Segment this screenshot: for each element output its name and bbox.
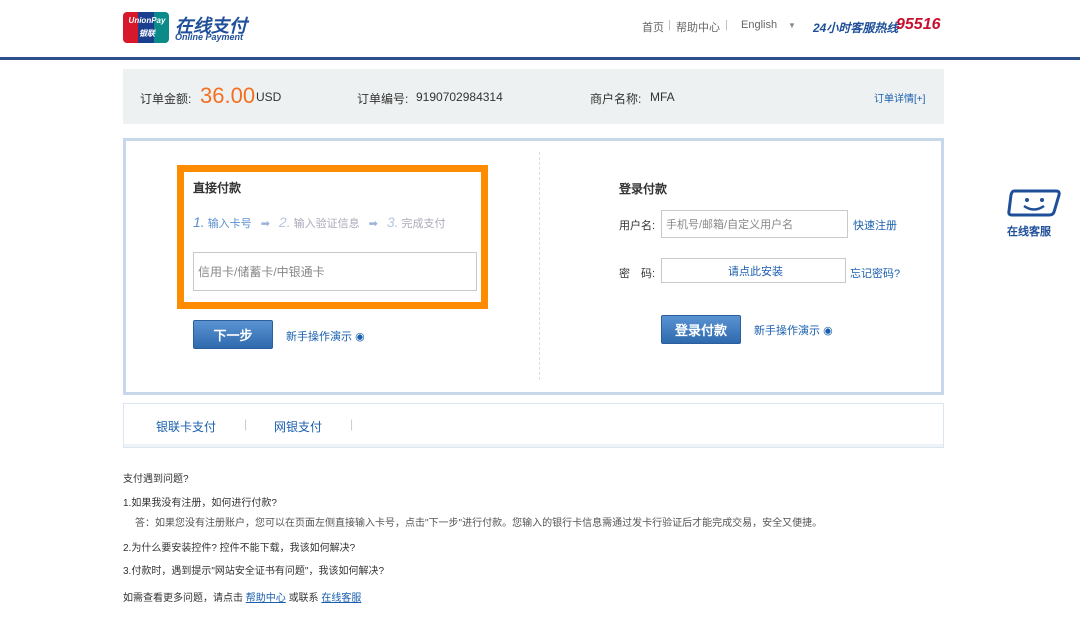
step-3-label: 完成支付: [401, 218, 446, 230]
install-plugin-link[interactable]: 请点此安装: [661, 258, 846, 283]
tab-separator: |: [244, 417, 248, 431]
card-number-placeholder: 信用卡/储蓄卡/中银通卡: [198, 265, 325, 279]
hotline-label: 24小时客服热线: [813, 21, 899, 35]
panel-divider: [539, 152, 540, 380]
language-select[interactable]: English: [741, 19, 777, 31]
online-service-link[interactable]: 在线客服: [321, 593, 361, 604]
merchant-name: MFA: [650, 90, 675, 104]
direct-pay-title: 直接付款: [193, 181, 242, 195]
help-center-link[interactable]: 帮助中心: [246, 593, 286, 604]
demo-link-label: 新手操作演示: [286, 331, 352, 343]
step-1-label: 输入卡号: [207, 218, 252, 230]
currency: USD: [256, 90, 282, 104]
next-step-button[interactable]: 下一步: [193, 320, 273, 349]
tab-separator: |: [350, 417, 354, 431]
login-demo-label: 新手操作演示: [754, 325, 820, 337]
faq-more-text: 如需查看更多问题，请点击: [123, 593, 243, 604]
arrow-right-icon: ➡: [260, 218, 270, 230]
username-label: 用户名:: [619, 220, 656, 232]
register-link[interactable]: 快速注册: [853, 217, 897, 233]
nav-separator: |: [668, 19, 671, 31]
step-1-number: 1.: [193, 214, 205, 230]
order-no: 9190702984314: [416, 90, 503, 104]
header-divider: [0, 57, 1080, 60]
nav-separator: |: [725, 19, 728, 31]
faq-more: 如需查看更多问题，请点击 帮助中心 或联系 在线客服: [123, 589, 361, 604]
chevron-down-icon[interactable]: ▼: [788, 21, 796, 30]
nav-home[interactable]: 首页: [642, 19, 664, 35]
merchant-label: 商户名称:: [590, 92, 642, 106]
step-3-number: 3.: [386, 214, 399, 230]
demo-link[interactable]: 新手操作演示 ◉: [286, 328, 365, 344]
step-indicator: 1. 输入卡号 ➡ 2. 输入验证信息 ➡ 3. 完成支付: [193, 214, 446, 231]
support-icon[interactable]: [1006, 188, 1062, 218]
username-input[interactable]: 手机号/邮箱/自定义用户名: [661, 210, 848, 238]
faq-question-2[interactable]: 2.为什么要安装控件? 控件不能下载，我该如何解决?: [123, 539, 355, 554]
online-support-link[interactable]: 在线客服: [1007, 223, 1051, 239]
nav-help[interactable]: 帮助中心: [676, 19, 720, 35]
install-plugin-label: 请点此安装: [728, 265, 783, 278]
faq-or-text: 或联系: [288, 593, 319, 604]
amount-label: 订单金额:: [140, 92, 192, 106]
login-pay-button[interactable]: 登录付款: [661, 315, 741, 344]
username-placeholder: 手机号/邮箱/自定义用户名: [666, 219, 794, 231]
faq-answer-1: 答：如果您没有注册账户，您可以在页面左侧直接输入卡号，点击"下一步"进行付款。您…: [135, 518, 823, 529]
order-details-link[interactable]: 订单详情[+]: [874, 90, 925, 105]
hotline-number: 95516: [896, 16, 941, 33]
forgot-password-link[interactable]: 忘记密码?: [850, 265, 900, 281]
tab-online-banking[interactable]: 网银支付: [274, 418, 322, 435]
faq-question-3[interactable]: 3.付款时，遇到提示"网站安全证书有问题"，我该如何解决?: [123, 562, 384, 577]
arrow-right-icon: ➡: [368, 218, 378, 230]
step-2-label: 输入验证信息: [293, 218, 360, 230]
order-summary: 订单金额: 36.00 USD 订单编号: 9190702984314 商户名称…: [123, 69, 944, 124]
faq-question-1[interactable]: 1.如果我没有注册，如何进行付款?: [123, 494, 277, 509]
play-icon: ◉: [355, 331, 365, 343]
logo-text: UnionPay 银联: [128, 16, 166, 38]
play-icon: ◉: [823, 325, 833, 337]
card-number-input[interactable]: 信用卡/储蓄卡/中银通卡: [193, 252, 477, 291]
order-amount: 36.00: [200, 83, 256, 108]
brand-subtitle: Online Payment: [175, 32, 244, 42]
login-pay-title: 登录付款: [619, 182, 668, 196]
tab-unionpay-card[interactable]: 银联卡支付: [156, 418, 216, 435]
step-2-number: 2.: [278, 214, 291, 230]
login-demo-link[interactable]: 新手操作演示 ◉: [754, 322, 833, 338]
password-label: 密 码:: [619, 268, 656, 280]
order-no-label: 订单编号:: [357, 92, 409, 106]
faq-title: 支付遇到问题?: [123, 474, 189, 485]
